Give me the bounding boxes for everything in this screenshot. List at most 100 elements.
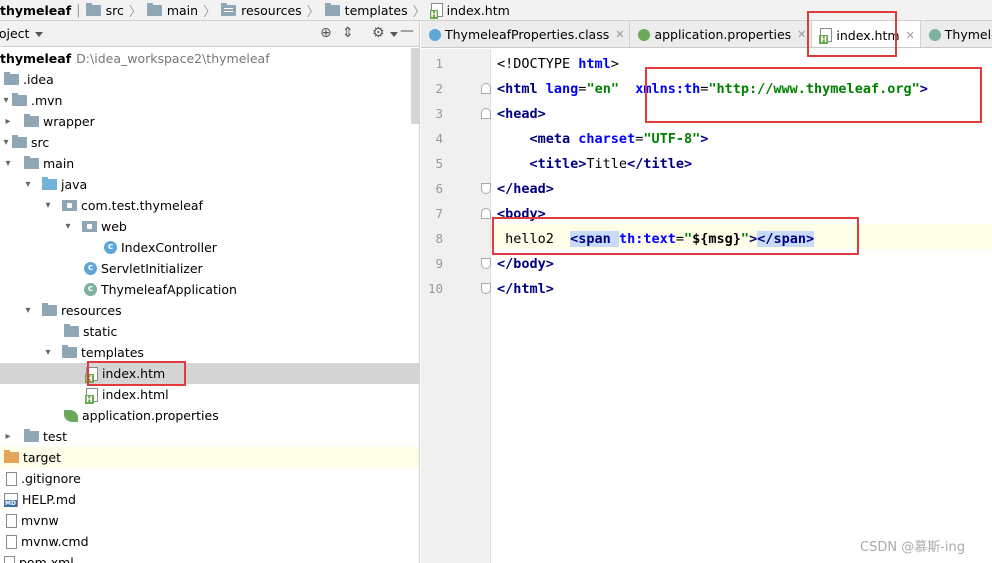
project-panel-header: roject ⊕ ⇕ ⚙ — (0, 21, 419, 47)
tree-item-web[interactable]: ▾ web (0, 216, 419, 237)
expand-arrow-icon[interactable]: ▾ (42, 200, 54, 211)
project-view-selector[interactable]: roject (0, 26, 44, 41)
tree-item-mvn[interactable]: ▾ .mvn (0, 90, 419, 111)
source-folder-icon (42, 177, 57, 190)
package-icon (82, 221, 97, 232)
code-line-1[interactable]: <!DOCTYPE html> (497, 52, 619, 77)
project-panel: roject ⊕ ⇕ ⚙ — thymeleaf D:\idea_workspa… (0, 21, 420, 563)
annotation-box-tab (807, 11, 897, 57)
close-icon[interactable]: ✕ (797, 28, 806, 41)
folder-icon (324, 2, 340, 16)
code-line-10[interactable]: </html> (497, 277, 554, 302)
tree-item-pom-xml[interactable]: pom.xml (0, 552, 419, 563)
expand-arrow-icon[interactable]: ▾ (0, 137, 12, 148)
tree-item-target[interactable]: target (0, 447, 419, 468)
line-number: 9 (435, 256, 443, 271)
tree-item-idea[interactable]: .idea (0, 69, 419, 90)
line-number: 8 (435, 231, 443, 246)
package-icon (62, 200, 77, 211)
breadcrumb-project[interactable]: thymeleaf (0, 0, 74, 20)
code-line-9[interactable]: </body> (497, 252, 554, 277)
folder-icon (12, 93, 27, 106)
tree-item-gitignore[interactable]: .gitignore (0, 468, 419, 489)
folder-icon (24, 114, 39, 127)
resources-folder-icon (42, 303, 57, 316)
resources-folder-icon (221, 2, 237, 16)
editor-tabs: ThymeleafProperties.class ✕ application.p… (421, 21, 992, 48)
folder-icon (64, 324, 79, 337)
watermark: CSDN @慕斯-ing (860, 540, 965, 555)
breadcrumb-main[interactable]: main (146, 0, 201, 20)
tree-item-java[interactable]: ▾ java (0, 174, 419, 195)
file-icon (6, 534, 17, 549)
line-number: 5 (435, 156, 443, 171)
tree-item-index-html[interactable]: index.html (0, 384, 419, 405)
tree-item-mvnw[interactable]: mvnw (0, 510, 419, 531)
spring-properties-icon (64, 409, 78, 422)
tree-item-static[interactable]: static (0, 321, 419, 342)
breadcrumb-file[interactable]: index.htm (429, 0, 513, 20)
html-file-icon (429, 3, 443, 19)
tree-item-indexcontroller[interactable]: c IndexController (0, 237, 419, 258)
tree-item-thymeleafapplication[interactable]: c ThymeleafApplication (0, 279, 419, 300)
line-gutter: 1 2 3 4 5 6 7 8 9 10 (421, 49, 491, 563)
tree-item-index-htm[interactable]: index.htm (0, 363, 419, 384)
markdown-file-icon (4, 492, 18, 507)
fold-marker-icon[interactable] (481, 83, 491, 94)
line-number: 7 (435, 206, 443, 221)
expand-arrow-icon[interactable]: ▾ (0, 95, 12, 106)
breadcrumb-src[interactable]: src (85, 0, 127, 20)
tree-root[interactable]: thymeleaf D:\idea_workspace2\thymeleaf (0, 48, 419, 69)
tab-thymeleafproperties[interactable]: ThymeleafProperties.class ✕ (421, 21, 631, 47)
excluded-folder-icon (4, 450, 19, 463)
tab-application-properties[interactable]: application.properties ✕ (630, 21, 813, 47)
tree-item-application-properties[interactable]: application.properties (0, 405, 419, 426)
tree-item-test[interactable]: ▸ test (0, 426, 419, 447)
line-number: 4 (435, 131, 443, 146)
chevron-down-icon[interactable] (390, 32, 398, 37)
expand-arrow-icon[interactable]: ▾ (22, 305, 34, 316)
collapse-arrow-icon[interactable]: ▸ (2, 116, 14, 127)
fold-marker-icon[interactable] (481, 208, 491, 219)
tree-item-src[interactable]: ▾ src (0, 132, 419, 153)
annotation-box-span (492, 217, 859, 255)
collapse-arrow-icon[interactable]: ▸ (2, 431, 14, 442)
code-line-5[interactable]: <title>Title</title> (497, 152, 693, 177)
fold-marker-icon[interactable] (481, 183, 491, 194)
code-line-6[interactable]: </head> (497, 177, 554, 202)
breadcrumb-templates[interactable]: templates (324, 0, 411, 20)
tree-item-resources[interactable]: ▾ resources (0, 300, 419, 321)
tree-item-mvnw-cmd[interactable]: mvnw.cmd (0, 531, 419, 552)
fold-marker-icon[interactable] (481, 283, 491, 294)
breadcrumb-resources[interactable]: resources (221, 0, 305, 20)
tree-item-help-md[interactable]: HELP.md (0, 489, 419, 510)
file-icon (6, 513, 17, 528)
tree-item-package[interactable]: ▾ com.test.thymeleaf (0, 195, 419, 216)
expand-arrow-icon[interactable]: ▾ (42, 347, 54, 358)
hide-panel-icon[interactable]: — (400, 23, 414, 39)
tab-thymeleafapplication[interactable]: ThymeleafA (921, 21, 992, 47)
tree-item-main[interactable]: ▾ main (0, 153, 419, 174)
close-icon[interactable]: ✕ (906, 29, 915, 42)
expand-arrow-icon[interactable]: ▾ (2, 158, 14, 169)
gear-icon[interactable]: ⚙ (372, 25, 385, 41)
close-icon[interactable]: ✕ (615, 28, 624, 41)
folder-icon (12, 135, 27, 148)
class-icon: c (104, 241, 117, 254)
tree-item-servletinitializer[interactable]: c ServletInitializer (0, 258, 419, 279)
expand-arrow-icon[interactable]: ▾ (62, 221, 74, 232)
spring-boot-class-icon (928, 28, 941, 41)
tree-item-templates[interactable]: ▾ templates (0, 342, 419, 363)
tree-item-wrapper[interactable]: ▸ wrapper (0, 111, 419, 132)
code-line-3[interactable]: <head> (497, 102, 546, 127)
line-number: 10 (427, 281, 443, 296)
folder-icon (146, 2, 162, 16)
code-line-4[interactable]: <meta charset="UTF-8"> (497, 127, 709, 152)
expand-arrow-icon[interactable]: ▾ (22, 179, 34, 190)
collapse-all-icon[interactable]: ⇕ (342, 25, 354, 41)
html-file-icon (85, 387, 98, 404)
locate-icon[interactable]: ⊕ (320, 25, 332, 41)
line-number: 2 (435, 81, 443, 96)
fold-marker-icon[interactable] (481, 258, 491, 269)
fold-marker-icon[interactable] (481, 108, 491, 119)
